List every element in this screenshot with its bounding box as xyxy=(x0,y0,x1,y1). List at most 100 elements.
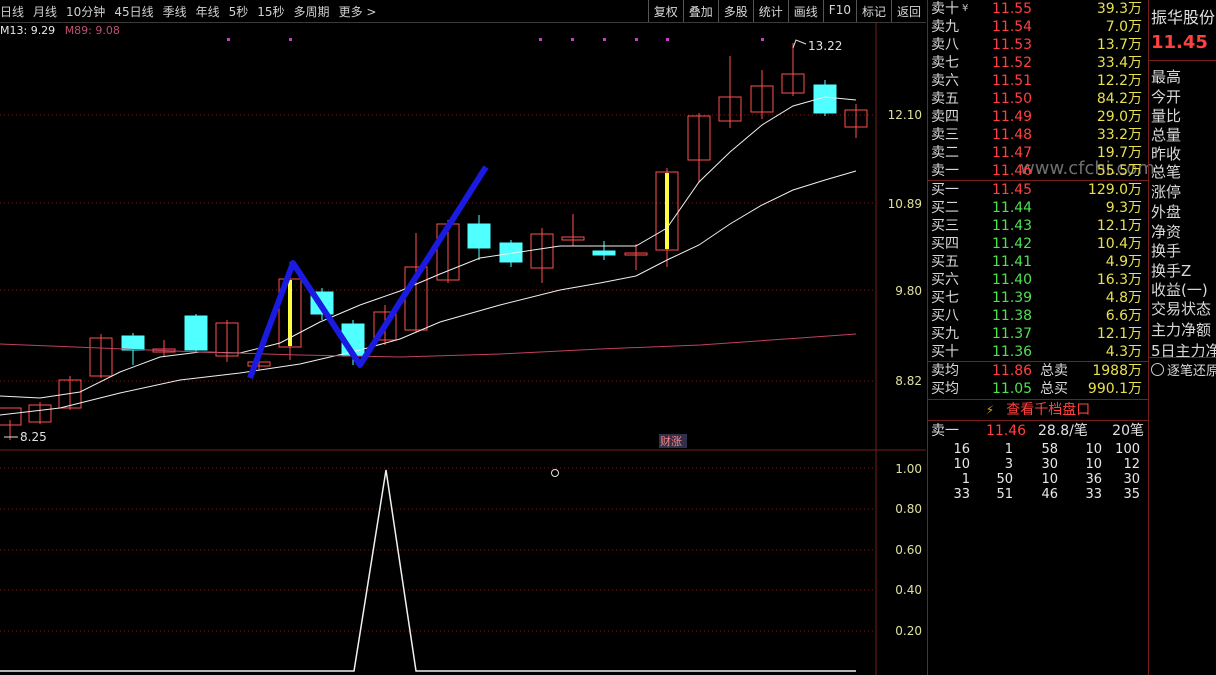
depth-button[interactable]: ⚡ 查看千档盘口 xyxy=(928,399,1148,421)
level-volume: 29.0万 xyxy=(1096,109,1142,125)
draw-line-button[interactable]: 画线 xyxy=(787,0,823,22)
queue-order-size: 35 xyxy=(1123,487,1140,502)
queue-order-size: 3 xyxy=(1004,457,1013,472)
sell-level[interactable]: 卖一 11.46 55.5万 xyxy=(928,162,1148,180)
indicator-tick-label: 0.20 xyxy=(895,624,922,638)
buy-level[interactable]: 买四 11.42 10.4万 xyxy=(928,235,1148,253)
level-label: 买三 xyxy=(931,218,959,234)
buy-level[interactable]: 买八 11.38 6.6万 xyxy=(928,307,1148,325)
level-label: 卖二 xyxy=(931,145,959,161)
stat-label: 换手Z xyxy=(1151,262,1192,280)
sell-level[interactable]: 卖二 11.47 19.7万 xyxy=(928,144,1148,162)
level-volume: 13.7万 xyxy=(1096,37,1142,53)
stock-summary: 振华股份 11.45 最高 今开 量比 总量 昨收 总笔 涨停 外盘 净资 换手 换手Z 收益(一) 交… xyxy=(1148,0,1216,675)
stat-label: 净资 xyxy=(1151,223,1182,241)
indicator-marker xyxy=(551,469,559,477)
tab-10min[interactable]: 10分钟 xyxy=(66,3,105,20)
level-price: 11.51 xyxy=(992,73,1033,89)
candle-body xyxy=(592,250,616,256)
mark-button[interactable]: 标记 xyxy=(855,0,891,22)
candlesticks xyxy=(0,43,868,440)
tab-quarter[interactable]: 季线 xyxy=(163,3,187,20)
level-volume: 16.3万 xyxy=(1096,272,1142,288)
queue-order-size: 50 xyxy=(996,472,1013,487)
indicator-tick-label: 0.60 xyxy=(895,543,922,557)
candle-body xyxy=(184,315,208,351)
level-price: 11.38 xyxy=(992,308,1033,324)
level-volume: 4.3万 xyxy=(1105,344,1142,360)
high-arrow-icon xyxy=(792,39,807,49)
tab-5s[interactable]: 5秒 xyxy=(229,3,249,20)
queue-order-size: 33 xyxy=(1085,487,1102,502)
buy-level[interactable]: 买一 11.45 129.0万 xyxy=(928,181,1148,199)
level-volume: 129.0万 xyxy=(1087,182,1142,198)
indicator-panel xyxy=(0,469,856,672)
tab-multi-period[interactable]: 多周期 xyxy=(294,3,330,20)
tab-day[interactable]: 日线 xyxy=(0,3,24,20)
buy-level[interactable]: 买二 11.44 9.3万 xyxy=(928,199,1148,217)
level-price: 11.46 xyxy=(992,163,1033,179)
buy-level[interactable]: 买六 11.40 16.3万 xyxy=(928,271,1148,289)
sell-level[interactable]: 卖三 11.48 33.2万 xyxy=(928,126,1148,144)
avg-price: 11.86 xyxy=(992,363,1033,379)
total-label: 总买 xyxy=(1040,381,1068,397)
sell-level[interactable]: 卖五 11.50 84.2万 xyxy=(928,90,1148,108)
level-label: 买二 xyxy=(931,200,959,216)
overlay-button[interactable]: 叠加 xyxy=(682,0,718,22)
buy-level[interactable]: 买五 11.41 4.9万 xyxy=(928,253,1148,271)
queue-order-size: 16 xyxy=(953,442,970,457)
level-volume: 9.3万 xyxy=(1105,200,1142,216)
queue-order-size: 36 xyxy=(1085,472,1102,487)
level-volume: 12.2万 xyxy=(1096,73,1142,89)
stat-label: 总量 xyxy=(1151,126,1182,144)
stock-name: 振华股份 xyxy=(1151,8,1216,27)
avg-price: 11.05 xyxy=(992,381,1033,397)
stat-label: 外盘 xyxy=(1151,203,1182,221)
kline-chart[interactable]: 12.10 10.89 9.80 8.82 1.00 0.80 0.60 0.40 0.20 13… xyxy=(0,22,926,675)
restore-rights-button[interactable]: 复权 xyxy=(647,0,683,22)
sell-level[interactable]: 卖九 11.54 7.0万 xyxy=(928,18,1148,36)
tab-more[interactable]: 更多 > xyxy=(339,3,377,20)
sell-level[interactable]: 卖七 11.52 33.4万 xyxy=(928,54,1148,72)
queue-order-size: 30 xyxy=(1041,457,1058,472)
tab-15s[interactable]: 15秒 xyxy=(257,3,284,20)
back-button[interactable]: 返回 xyxy=(890,0,926,22)
level-volume: 7.0万 xyxy=(1105,19,1142,35)
lightning-icon: ⚡ xyxy=(985,403,995,417)
total-value: 1988万 xyxy=(1092,363,1142,379)
buy-level[interactable]: 买十 11.36 4.3万 xyxy=(928,343,1148,361)
statistics-button[interactable]: 统计 xyxy=(752,0,788,22)
queue-order-size: 58 xyxy=(1041,442,1058,457)
queue-order-size: 1 xyxy=(961,472,970,487)
limit-up-bar xyxy=(665,173,669,249)
buy-level[interactable]: 买七 11.39 4.8万 xyxy=(928,289,1148,307)
signal-dot xyxy=(571,38,574,41)
buy-level[interactable]: 买三 11.43 12.1万 xyxy=(928,217,1148,235)
tab-45day[interactable]: 45日线 xyxy=(114,3,153,20)
tab-year[interactable]: 年线 xyxy=(196,3,220,20)
level-volume: 6.6万 xyxy=(1105,308,1142,324)
price-tick-label: 8.82 xyxy=(895,374,922,388)
buy-level[interactable]: 买九 11.37 12.1万 xyxy=(928,325,1148,343)
level-volume: 4.8万 xyxy=(1105,290,1142,306)
signal-dot xyxy=(635,38,638,41)
sell-level[interactable]: 卖四 11.49 29.0万 xyxy=(928,108,1148,126)
f10-button[interactable]: F10 xyxy=(822,0,856,22)
tab-month[interactable]: 月线 xyxy=(33,3,57,20)
replay-button[interactable]: 逐笔还原 xyxy=(1151,360,1216,379)
level-price: 11.36 xyxy=(992,344,1033,360)
sell-level[interactable]: 卖八 11.53 13.7万 xyxy=(928,36,1148,54)
candle-body xyxy=(121,335,145,351)
stat-label: 今开 xyxy=(1151,88,1182,106)
event-tag: 财涨 xyxy=(660,434,682,448)
stat-label: 收益(一) xyxy=(1151,281,1208,299)
stat-label: 量比 xyxy=(1151,107,1182,125)
candle-body xyxy=(467,223,491,249)
level-label: 卖五 xyxy=(931,91,959,107)
sell-level[interactable]: 卖六 11.51 12.2万 xyxy=(928,72,1148,90)
stat-label: 交易状态 xyxy=(1151,300,1212,318)
sell-level[interactable]: 卖十 11.55 39.3万 ¥ xyxy=(928,0,1148,18)
level-label: 卖九 xyxy=(931,19,959,35)
multi-stock-button[interactable]: 多股 xyxy=(717,0,753,22)
zigzag-line xyxy=(247,165,489,380)
